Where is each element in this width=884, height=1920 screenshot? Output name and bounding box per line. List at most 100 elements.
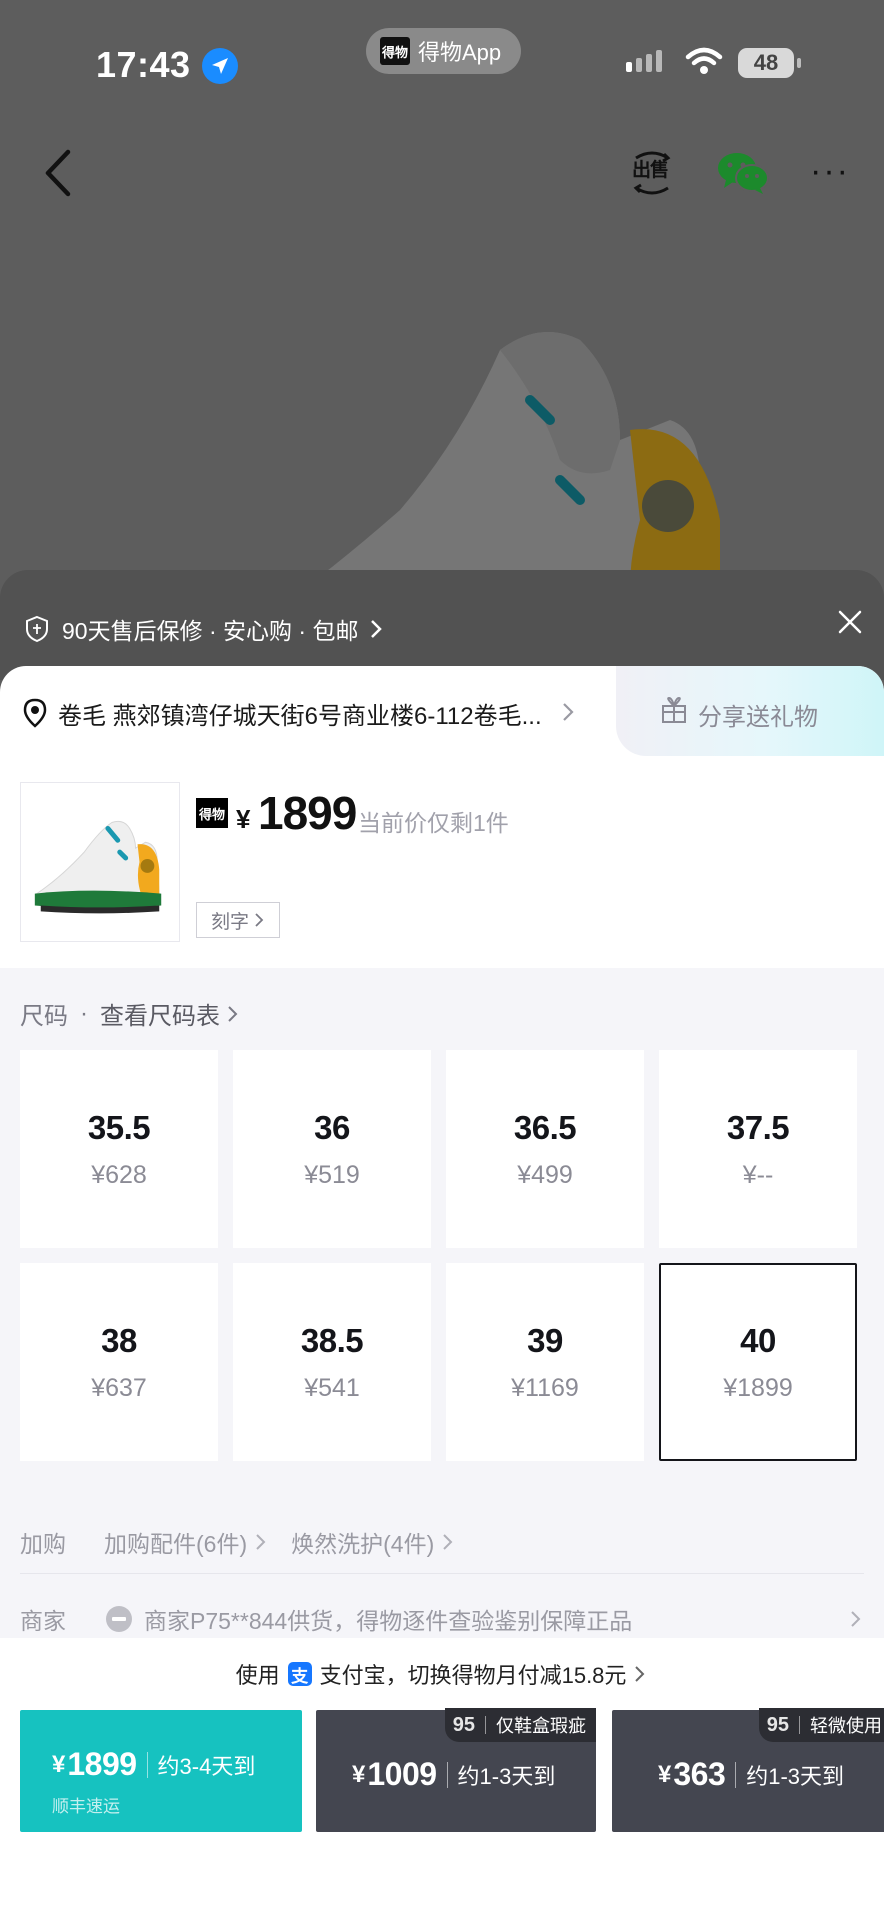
back-arrow-icon[interactable] (38, 148, 78, 198)
sell-button[interactable]: 出售 (630, 150, 674, 196)
size-option-selected[interactable]: 40 ¥1899 (659, 1263, 857, 1461)
chevron-right-icon (851, 1611, 861, 1627)
merchant-avatar-icon (106, 1606, 132, 1632)
buy-eta: 约1-3天到 (746, 1763, 845, 1789)
engrave-label: 刻字 (210, 911, 249, 933)
buy-button-lightly-used[interactable]: 95 轻微使用 ¥ 363 约1-3天到 (612, 1708, 884, 1832)
service-banner-text: 90天售后保修 · 安心购 · 包邮 (62, 618, 359, 644)
addon-accessories-link[interactable]: 加购配件(6件) (104, 1525, 269, 1559)
size-value: 36 (314, 1108, 350, 1146)
buy-price: 1899 (67, 1746, 137, 1782)
size-value: 36.5 (513, 1108, 577, 1146)
product-thumbnail[interactable] (20, 782, 180, 942)
condition-grade: 95 (766, 1713, 789, 1736)
payment-prefix: 使用 (235, 1663, 280, 1688)
size-option[interactable]: 38 ¥637 (20, 1263, 218, 1461)
size-option[interactable]: 35.5 ¥628 (20, 1050, 218, 1248)
size-grid: 35.5 ¥628 36 ¥519 36.5 ¥499 37.5 ¥-- 38 … (20, 1050, 858, 1461)
size-price: ¥628 (91, 1160, 147, 1189)
size-price: ¥519 (304, 1160, 360, 1189)
size-value: 35.5 (87, 1108, 151, 1146)
addon-care-link[interactable]: 焕然洗护(4件) (291, 1525, 456, 1559)
app-pill-label: 得物App (418, 40, 502, 65)
size-header: 尺码 · 查看尺码表 (20, 996, 242, 1031)
condition-tag: 95 仅鞋盒瑕疵 (444, 1708, 596, 1742)
location-pin-icon (23, 698, 47, 728)
condition-text: 轻微使用 (810, 1716, 882, 1736)
chevron-right-icon (563, 703, 574, 721)
size-value: 37.5 (726, 1108, 790, 1146)
addon-accessories-label: 加购配件(6件) (104, 1530, 248, 1557)
buy-currency: ¥ (658, 1760, 672, 1788)
payment-text: 支付宝，切换得物月付减15.8元 (319, 1663, 627, 1688)
alipay-icon: 支 (287, 1662, 312, 1686)
buy-currency: ¥ (352, 1760, 366, 1788)
dewu-logo-icon: 得物 (196, 798, 228, 828)
service-banner-content[interactable]: 90天售后保修 · 安心购 · 包邮 (24, 612, 386, 646)
addon-label: 加购 (20, 1530, 66, 1557)
address-row[interactable]: 卷毛 燕郊镇湾仔城天街6号商业楼6-112卷毛... 分享送礼物 (0, 666, 884, 756)
addon-care-label: 焕然洗护(4件) (291, 1530, 435, 1557)
chevron-right-icon (443, 1533, 453, 1550)
merchant-label: 商家 (20, 1608, 66, 1634)
status-time: 17:43 (96, 44, 191, 85)
addon-row: 加购 加购配件(6件) 焕然洗护(4件) (20, 1510, 864, 1574)
chevron-right-icon (256, 1533, 266, 1550)
payment-promo[interactable]: 使用 支 支付宝，切换得物月付减15.8元 (0, 1658, 884, 1690)
merchant-row[interactable]: 商家 商家P75**844供货，得物逐件查验鉴别保障正品 (20, 1584, 864, 1654)
buy-button-box-flaw[interactable]: 95 仅鞋盒瑕疵 ¥ 1009 约1-3天到 (316, 1708, 596, 1832)
buy-price: 363 (673, 1756, 726, 1792)
share-gift-label[interactable]: 分享送礼物 (698, 697, 818, 732)
more-options-icon[interactable]: ··· (810, 154, 850, 188)
shield-icon (26, 615, 48, 643)
size-value: 40 (740, 1321, 776, 1359)
stock-note: 当前价仅剩1件 (358, 810, 509, 836)
size-price: ¥-- (742, 1160, 774, 1189)
buy-price: 1009 (367, 1756, 437, 1792)
location-arrow-icon (202, 48, 238, 84)
close-icon[interactable] (836, 608, 864, 636)
size-price: ¥1899 (723, 1373, 793, 1402)
shipping-carrier: 顺丰速运 (52, 1797, 120, 1816)
merchant-info: 商家P75**844供货，得物逐件查验鉴别保障正品 (144, 1608, 633, 1634)
size-price: ¥637 (91, 1373, 147, 1402)
condition-grade: 95 (452, 1713, 475, 1736)
size-option[interactable]: 38.5 ¥541 (233, 1263, 431, 1461)
size-price: ¥541 (304, 1373, 360, 1402)
size-value: 38 (101, 1321, 137, 1359)
cell-signal-icon (626, 50, 662, 72)
battery-icon: 48 (738, 48, 801, 78)
chevron-right-icon (371, 620, 383, 638)
chevron-right-icon (228, 1005, 238, 1022)
size-price: ¥499 (517, 1160, 573, 1189)
size-option[interactable]: 36 ¥519 (233, 1050, 431, 1248)
buy-eta: 约1-3天到 (457, 1763, 556, 1789)
separator-dot: · (80, 999, 88, 1027)
purchase-sheet: 卷毛 燕郊镇湾仔城天街6号商业楼6-112卷毛... 分享送礼物 得物 ¥ 18… (0, 666, 884, 1920)
size-option[interactable]: 36.5 ¥499 (446, 1050, 644, 1248)
price-currency: ¥ (236, 804, 251, 834)
size-price: ¥1169 (511, 1373, 579, 1402)
size-chart-link[interactable]: 查看尺码表 (100, 996, 220, 1031)
chevron-right-icon (255, 913, 264, 927)
current-price: 1899 (258, 787, 357, 839)
buy-currency: ¥ (52, 1750, 66, 1778)
chevron-right-icon (635, 1666, 645, 1682)
buy-button-standard[interactable]: ¥ 1899 约3-4天到 顺丰速运 (20, 1710, 302, 1832)
delivery-address[interactable]: 卷毛 燕郊镇湾仔城天街6号商业楼6-112卷毛... (58, 696, 558, 731)
return-to-app-pill[interactable]: 得物 得物App (366, 28, 522, 74)
size-value: 39 (527, 1321, 563, 1359)
size-option[interactable]: 37.5 ¥-- (659, 1050, 857, 1248)
condition-text: 仅鞋盒瑕疵 (496, 1716, 586, 1736)
sell-label: 出售 (632, 160, 669, 181)
buy-eta: 约3-4天到 (157, 1753, 256, 1779)
engrave-button[interactable]: 刻字 (196, 902, 280, 938)
wechat-icon[interactable] (716, 150, 770, 196)
condition-tag: 95 轻微使用 (758, 1708, 884, 1742)
size-option[interactable]: 39 ¥1169 (446, 1263, 644, 1461)
size-value: 38.5 (300, 1321, 364, 1359)
app-logo-icon: 得物 (380, 37, 410, 65)
gift-icon (662, 696, 686, 723)
size-label: 尺码 (20, 1003, 68, 1030)
wifi-icon (685, 47, 723, 74)
